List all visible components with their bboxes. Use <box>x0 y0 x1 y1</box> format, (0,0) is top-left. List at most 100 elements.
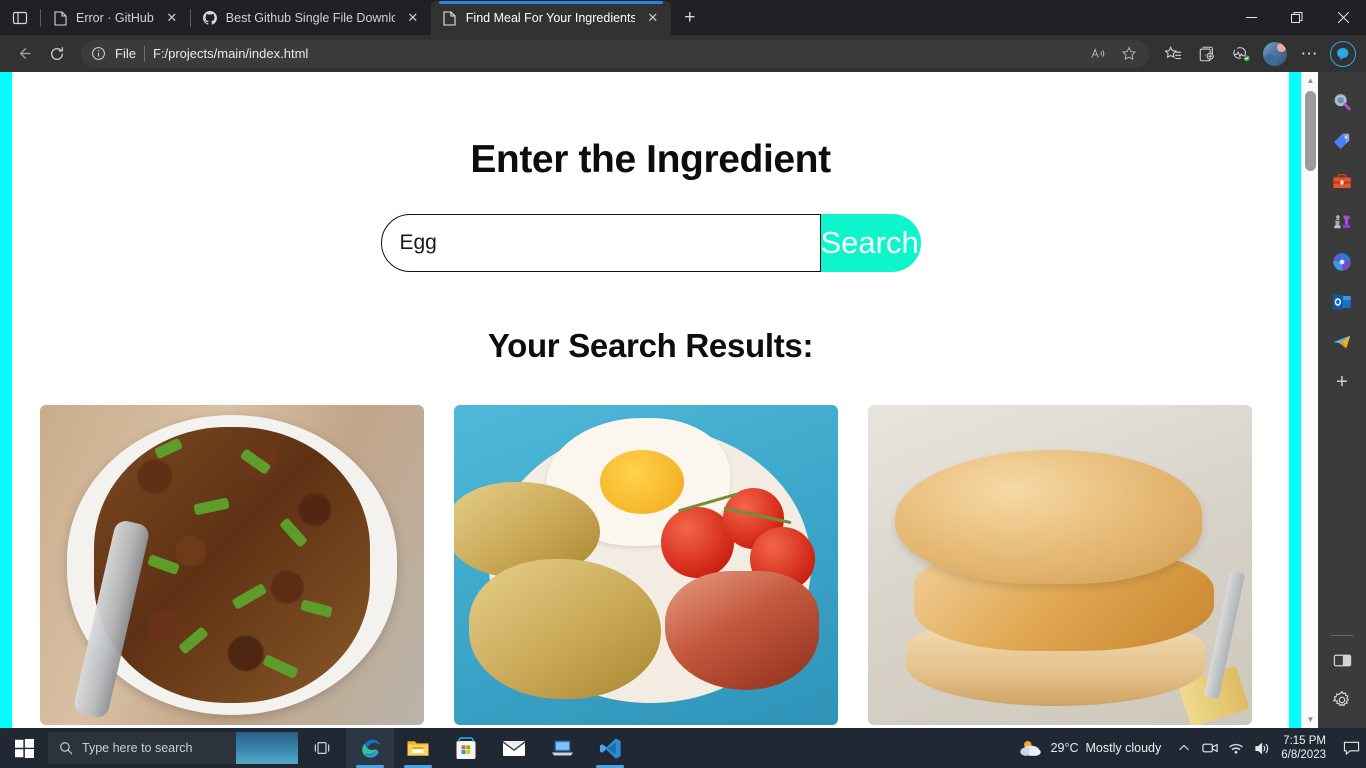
sidebar-add-button[interactable]: + <box>1322 362 1362 402</box>
page-right-accent-band <box>1289 72 1301 728</box>
notification-center-icon[interactable] <box>1336 728 1366 768</box>
network-icon[interactable] <box>1223 728 1249 768</box>
egg-yolk-shape <box>599 449 685 514</box>
page-icon <box>442 10 458 26</box>
close-icon[interactable]: ✕ <box>643 8 663 28</box>
sidebar-item-office[interactable] <box>1322 242 1362 282</box>
task-view-button[interactable] <box>298 728 346 768</box>
weather-condition: Mostly cloudy <box>1085 741 1162 755</box>
results-heading: Your Search Results: <box>487 327 814 364</box>
url-text: F:/projects/main/index.html <box>152 46 309 61</box>
search-row: Search <box>12 214 1289 272</box>
taskbar-weather[interactable]: 29°C Mostly cloudy <box>1008 738 1172 758</box>
edge-sidebar: + <box>1318 72 1366 728</box>
taskbar-app-edge[interactable] <box>346 728 394 768</box>
new-tab-button[interactable]: + <box>675 3 705 33</box>
tab-title: Find Meal For Your Ingredients <box>465 11 635 25</box>
sidebar-divider <box>1331 635 1353 636</box>
meal-image-1 <box>40 405 424 725</box>
copilot-icon[interactable] <box>1327 39 1359 69</box>
sidebar-item-shopping[interactable] <box>1322 122 1362 162</box>
top-bun-shape <box>894 449 1203 585</box>
scrollbar-thumb[interactable] <box>1305 91 1316 171</box>
sidebar-item-search[interactable] <box>1322 82 1362 122</box>
bacon-shape <box>665 571 819 690</box>
taskbar-search-placeholder: Type here to search <box>82 741 193 755</box>
web-page-viewport: Enter the Ingredient Search Your Search … <box>0 72 1318 728</box>
omnibox-actions <box>1085 42 1143 66</box>
avatar-badge <box>1277 42 1286 52</box>
close-icon[interactable]: ✕ <box>162 8 182 28</box>
taskbar-search-box[interactable]: Type here to search <box>48 732 298 764</box>
taskbar-app-mail[interactable] <box>490 728 538 768</box>
clock-date: 6/8/2023 <box>1281 749 1326 761</box>
sidebar-item-drop[interactable] <box>1322 322 1362 362</box>
volume-icon[interactable] <box>1249 728 1275 768</box>
collections-icon[interactable] <box>1191 39 1223 69</box>
tab-title: Best Github Single File Download <box>225 11 395 25</box>
settings-and-more-icon[interactable]: ⋯ <box>1293 39 1325 69</box>
settings-gear-icon[interactable] <box>1322 680 1362 720</box>
show-hidden-icons-chevron[interactable] <box>1171 728 1197 768</box>
tab-actions-icon[interactable] <box>0 0 40 35</box>
browser-toolbar: File F:/projects/main/index.html ⋯ <box>0 35 1366 72</box>
back-icon[interactable] <box>7 39 39 69</box>
avatar[interactable] <box>1259 39 1291 69</box>
sidebar-item-outlook[interactable] <box>1322 282 1362 322</box>
meet-now-icon[interactable] <box>1197 728 1223 768</box>
taskbar-app-vs-code[interactable] <box>586 728 634 768</box>
favorite-star-icon[interactable] <box>1115 42 1143 66</box>
meal-image-2 <box>454 405 838 725</box>
tab-title: Error · GitHub <box>76 11 154 25</box>
url-scheme-label: File <box>115 46 136 61</box>
search-icon <box>60 742 73 755</box>
page-scrollbar[interactable]: ▲ ▼ <box>1301 72 1318 728</box>
close-button[interactable] <box>1320 0 1366 35</box>
profile-avatar-image <box>1263 41 1287 66</box>
page-left-accent-band <box>0 72 12 728</box>
scroll-up-arrow[interactable]: ▲ <box>1302 72 1318 89</box>
tab-strip: Error · GitHub ✕ Best Github Single File… <box>0 0 1366 35</box>
omnibox-divider <box>143 45 145 62</box>
info-icon[interactable] <box>91 46 107 62</box>
search-button[interactable]: Search <box>820 214 921 272</box>
refresh-icon[interactable] <box>41 39 73 69</box>
maximize-restore-button[interactable] <box>1274 0 1320 35</box>
page-title: Enter the Ingredient <box>470 138 831 181</box>
address-bar[interactable]: File F:/projects/main/index.html <box>81 39 1149 68</box>
taskbar-clock[interactable]: 7:15 PM 6/8/2023 <box>1275 734 1336 762</box>
taskbar-app-remote-desktop[interactable] <box>538 728 586 768</box>
results-grid <box>12 365 1289 725</box>
split-screen-icon[interactable] <box>1322 640 1362 680</box>
system-tray: 29°C Mostly cloudy 7:15 PM 6/8/2023 <box>1008 728 1366 768</box>
search-form: Search <box>380 214 921 272</box>
meal-card-3[interactable] <box>868 405 1252 725</box>
scroll-down-arrow[interactable]: ▼ <box>1302 711 1318 728</box>
favorites-list-icon[interactable] <box>1157 39 1189 69</box>
read-aloud-icon[interactable] <box>1085 42 1113 66</box>
search-illustration <box>236 732 298 764</box>
meal-card-1[interactable] <box>40 405 424 725</box>
page-icon <box>52 10 68 26</box>
browser-tab-3[interactable]: Find Meal For Your Ingredients ✕ <box>430 1 671 35</box>
taskbar-app-file-explorer[interactable] <box>394 728 442 768</box>
start-button[interactable] <box>0 728 48 768</box>
avatar-blob <box>1263 53 1277 66</box>
browser-tab-2[interactable]: Best Github Single File Download ✕ <box>191 1 431 35</box>
browser-essentials-icon[interactable] <box>1225 39 1257 69</box>
minimize-button[interactable] <box>1228 0 1274 35</box>
meal-image-3 <box>868 405 1252 725</box>
meal-card-2[interactable] <box>454 405 838 725</box>
weather-temperature: 29°C <box>1050 741 1079 755</box>
ingredient-input[interactable] <box>380 214 821 272</box>
sidebar-item-tools[interactable] <box>1322 162 1362 202</box>
github-icon <box>202 10 218 26</box>
clock-time: 7:15 PM <box>1283 735 1326 747</box>
page-content: Enter the Ingredient Search Your Search … <box>12 72 1289 728</box>
close-icon[interactable]: ✕ <box>403 8 423 28</box>
taskbar-app-microsoft-store[interactable] <box>442 728 490 768</box>
sidebar-item-games[interactable] <box>1322 202 1362 242</box>
browser-tab-1[interactable]: Error · GitHub ✕ <box>41 1 190 35</box>
page-area: Enter the Ingredient Search Your Search … <box>0 72 1366 728</box>
windows-taskbar: Type here to search 29°C Mostly cloudy 7… <box>0 728 1366 768</box>
